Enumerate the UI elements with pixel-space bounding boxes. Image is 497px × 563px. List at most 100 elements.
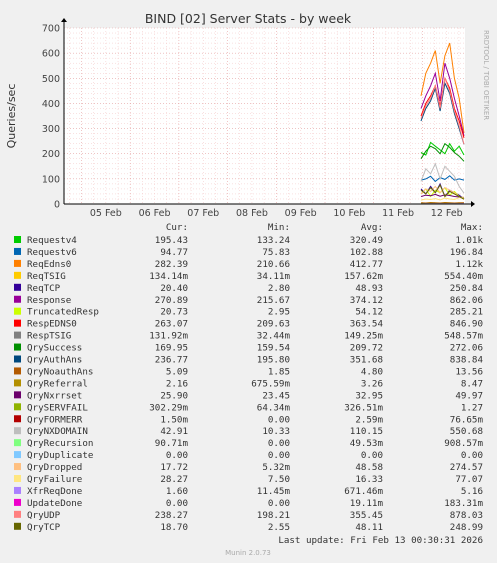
x-tick-label: 07 Feb [187,208,219,219]
legend-value-max: 183.31m [444,498,483,509]
legend-series-name: RespTSIG [27,331,71,342]
legend-swatch [14,486,21,494]
legend-value-min: 2.95 [268,307,290,318]
legend-value-cur: 28.27 [160,474,188,485]
legend-swatch [14,403,21,411]
legend-swatch [14,427,21,435]
legend-row: ReqTSIG 134.14m 34.11m 157.62m 554.40m [14,271,483,282]
legend-value-avg: 49.53m [350,438,384,449]
y-tick-label: 300 [42,124,60,135]
legend-value-cur: 1.60 [166,486,188,497]
legend-series-name: QrySuccess [27,343,82,354]
chart-title: BIND [02] Server Stats - by week [145,11,352,26]
legend-value-avg: 32.95 [355,390,383,401]
legend-value-avg: 355.45 [350,510,383,521]
legend-value-cur: 169.95 [155,343,188,354]
legend-row: QryFailure 28.27 7.50 16.33 77.07 [14,474,483,485]
legend-value-avg: 363.54 [350,319,384,330]
legend-value-min: 11.45m [257,486,291,497]
legend-value-avg: 4.80 [361,366,383,377]
legend-value-max: 548.57m [444,331,483,342]
legend-series-name: Response [27,295,71,306]
legend-value-avg: 351.68 [350,355,383,366]
y-tick-label: 500 [42,74,60,85]
legend-value-min: 0.00 [268,450,290,461]
legend-series-name: QryRecursion [27,438,93,449]
legend-value-cur: 263.07 [155,319,188,330]
legend-value-min: 215.67 [257,295,290,306]
legend-series-name: QryFailure [27,474,82,485]
legend-swatch [14,259,21,267]
legend-value-min: 0.00 [268,414,290,425]
legend-series-name: QrySERVFAIL [27,402,88,413]
x-tick-label: 09 Feb [285,208,317,219]
legend-value-min: 0.00 [268,438,290,449]
legend-row: Response 270.89 215.67 374.12 862.06 [14,295,483,306]
legend-swatch [14,271,21,279]
legend-value-max: 878.03 [450,510,483,521]
legend-series-name: QryFORMERR [27,414,83,425]
legend-row: Requestv6 94.77 75.83 102.88 196.84 [14,247,483,258]
legend-series-name: ReqTSIG [27,271,66,282]
legend-swatch [14,236,21,243]
legend-value-max: 13.56 [455,366,483,377]
legend-value-min: 195.80 [257,355,290,366]
legend-value-cur: 0.00 [166,498,188,509]
x-tick-label: 08 Feb [236,208,268,219]
legend-swatch [14,522,21,530]
legend-value-min: 64.34m [257,402,291,413]
legend-value-avg: 48.11 [355,522,383,533]
legend-series-name: RespEDNS0 [27,319,77,330]
legend-swatch [14,379,21,387]
legend-value-max: 248.99 [450,522,483,533]
legend-value-avg: 16.33 [355,474,383,485]
legend-value-min: 0.00 [268,498,290,509]
legend-value-min: 210.66 [257,259,290,270]
rrdtool-credit: RRDTOOL / TOBI OETIKER [482,30,490,120]
legend-value-max: 274.57 [450,462,483,473]
legend-value-avg: 3.26 [361,378,383,389]
legend-series-name: TruncatedResp [27,307,99,318]
legend-value-cur: 20.40 [160,283,188,294]
y-tick-label: 600 [42,49,60,60]
legend-swatch [14,451,21,459]
legend-value-max: 250.84 [450,283,484,294]
legend-value-max: 838.84 [450,355,484,366]
legend-row: QryTCP 18.70 2.55 48.11 248.99 [14,522,483,533]
y-tick-label: 700 [42,24,60,35]
legend-value-cur: 42.91 [160,426,188,437]
legend-row: QryNXDOMAIN 42.91 10.33 110.15 550.68 [14,426,483,437]
legend-swatch [14,367,21,375]
legend-series-name: QryNxrrset [27,390,82,401]
legend-value-cur: 195.43 [155,235,188,246]
legend-swatch [14,247,21,255]
x-tick-label: 05 Feb [90,208,122,219]
legend-value-min: 198.21 [257,510,290,521]
legend-value-max: 1.12k [455,259,483,270]
y-axis-arrow [61,18,67,22]
legend-series-name: Requestv4 [27,235,77,246]
legend-value-max: 272.06 [450,343,483,354]
legend-swatch [14,391,21,399]
legend-swatch [14,498,21,506]
legend-series-name: QryUDP [27,510,61,521]
legend-value-max: 49.97 [455,390,483,401]
legend-value-avg: 2.59m [355,414,383,425]
legend-swatch [14,283,21,291]
plot-area [64,28,465,204]
y-axis-label: Queries/sec [5,84,18,149]
legend-row: XfrReqDone 1.60 11.45m 671.46m 5.16 [14,486,483,497]
legend-header: Cur: Min: Avg: Max: [166,222,483,233]
legend-column-header: Max: [461,222,483,233]
legend-row: ReqEdns0 282.39 210.66 412.77 1.12k [14,259,483,270]
legend-row: QryDropped 17.72 5.32m 48.58 274.57 [14,462,483,473]
legend-swatch [14,439,21,447]
legend-swatch [14,463,21,471]
legend-swatch [14,475,21,482]
legend-swatch [14,307,21,315]
legend-value-min: 75.83 [262,247,290,258]
legend: Requestv4 195.43 133.24 320.49 1.01kRequestv… [14,235,483,533]
legend-row: QryNxrrset 25.90 23.45 32.95 49.97 [14,390,483,401]
legend-series-name: UpdateDone [27,498,82,509]
legend-swatch [14,510,21,518]
